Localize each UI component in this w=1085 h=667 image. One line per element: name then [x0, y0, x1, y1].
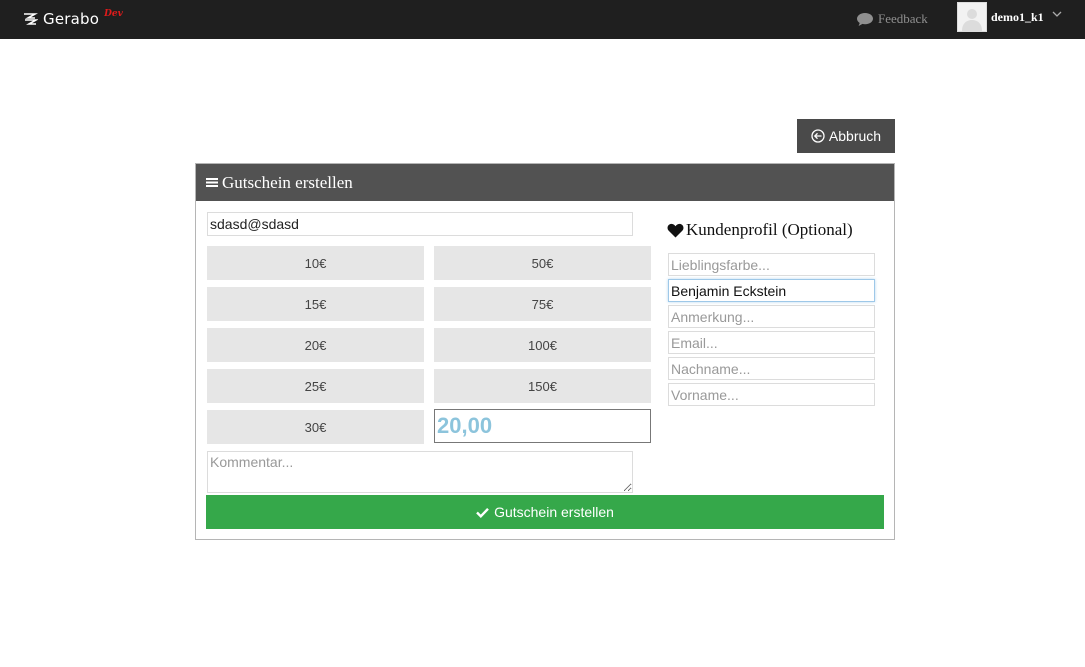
user-menu[interactable]: demo1_k1	[957, 2, 1062, 32]
user-silhouette-icon	[962, 9, 982, 31]
amount-button-75[interactable]: 75€	[434, 287, 651, 321]
note-field[interactable]	[668, 305, 875, 328]
brand-name: Gerabo	[43, 10, 100, 28]
create-voucher-label: Gutschein erstellen	[494, 504, 614, 520]
brand[interactable]: Gerabo Dev	[22, 9, 123, 29]
feedback-link[interactable]: Feedback	[856, 11, 928, 27]
custom-amount-input[interactable]	[434, 409, 651, 443]
cancel-button[interactable]: Abbruch	[797, 119, 895, 153]
feedback-label: Feedback	[878, 11, 928, 26]
checkmark-icon	[476, 507, 489, 518]
gerabo-logo-icon	[24, 13, 38, 25]
chevron-down-icon	[1052, 11, 1062, 17]
favorite-color-field[interactable]	[668, 253, 875, 276]
arrow-circle-left-icon	[811, 129, 825, 143]
heart-icon	[667, 223, 684, 237]
cancel-label: Abbruch	[828, 128, 882, 144]
speech-bubble-icon	[857, 12, 873, 26]
create-voucher-button[interactable]: Gutschein erstellen	[206, 495, 884, 529]
amount-button-150[interactable]: 150€	[434, 369, 651, 403]
voucher-panel: Gutschein erstellen 10€ 50€ 15€ 75€ 20€ …	[195, 163, 895, 540]
amount-button-25[interactable]: 25€	[207, 369, 424, 403]
username: demo1_k1	[991, 10, 1044, 24]
amount-button-20[interactable]: 20€	[207, 328, 424, 362]
avatar	[957, 2, 987, 32]
profile-title: Kundenprofil (Optional)	[667, 220, 853, 240]
amount-button-10[interactable]: 10€	[207, 246, 424, 280]
brand-tag: Dev	[104, 9, 123, 19]
profile-email-field[interactable]	[668, 331, 875, 354]
amount-button-100[interactable]: 100€	[434, 328, 651, 362]
amount-button-15[interactable]: 15€	[207, 287, 424, 321]
name-field[interactable]	[668, 279, 875, 302]
comment-textarea[interactable]	[207, 451, 633, 493]
amount-button-30[interactable]: 30€	[207, 410, 424, 444]
email-input[interactable]	[207, 212, 633, 236]
first-name-field[interactable]	[668, 383, 875, 406]
top-navbar: Gerabo Dev Feedback demo1_k1	[0, 0, 1085, 39]
last-name-field[interactable]	[668, 357, 875, 380]
profile-title-label: Kundenprofil (Optional)	[686, 220, 853, 239]
amount-button-50[interactable]: 50€	[434, 246, 651, 280]
panel-header: Gutschein erstellen	[196, 164, 894, 201]
menu-bars-icon	[206, 178, 218, 187]
panel-title: Gutschein erstellen	[222, 172, 353, 192]
